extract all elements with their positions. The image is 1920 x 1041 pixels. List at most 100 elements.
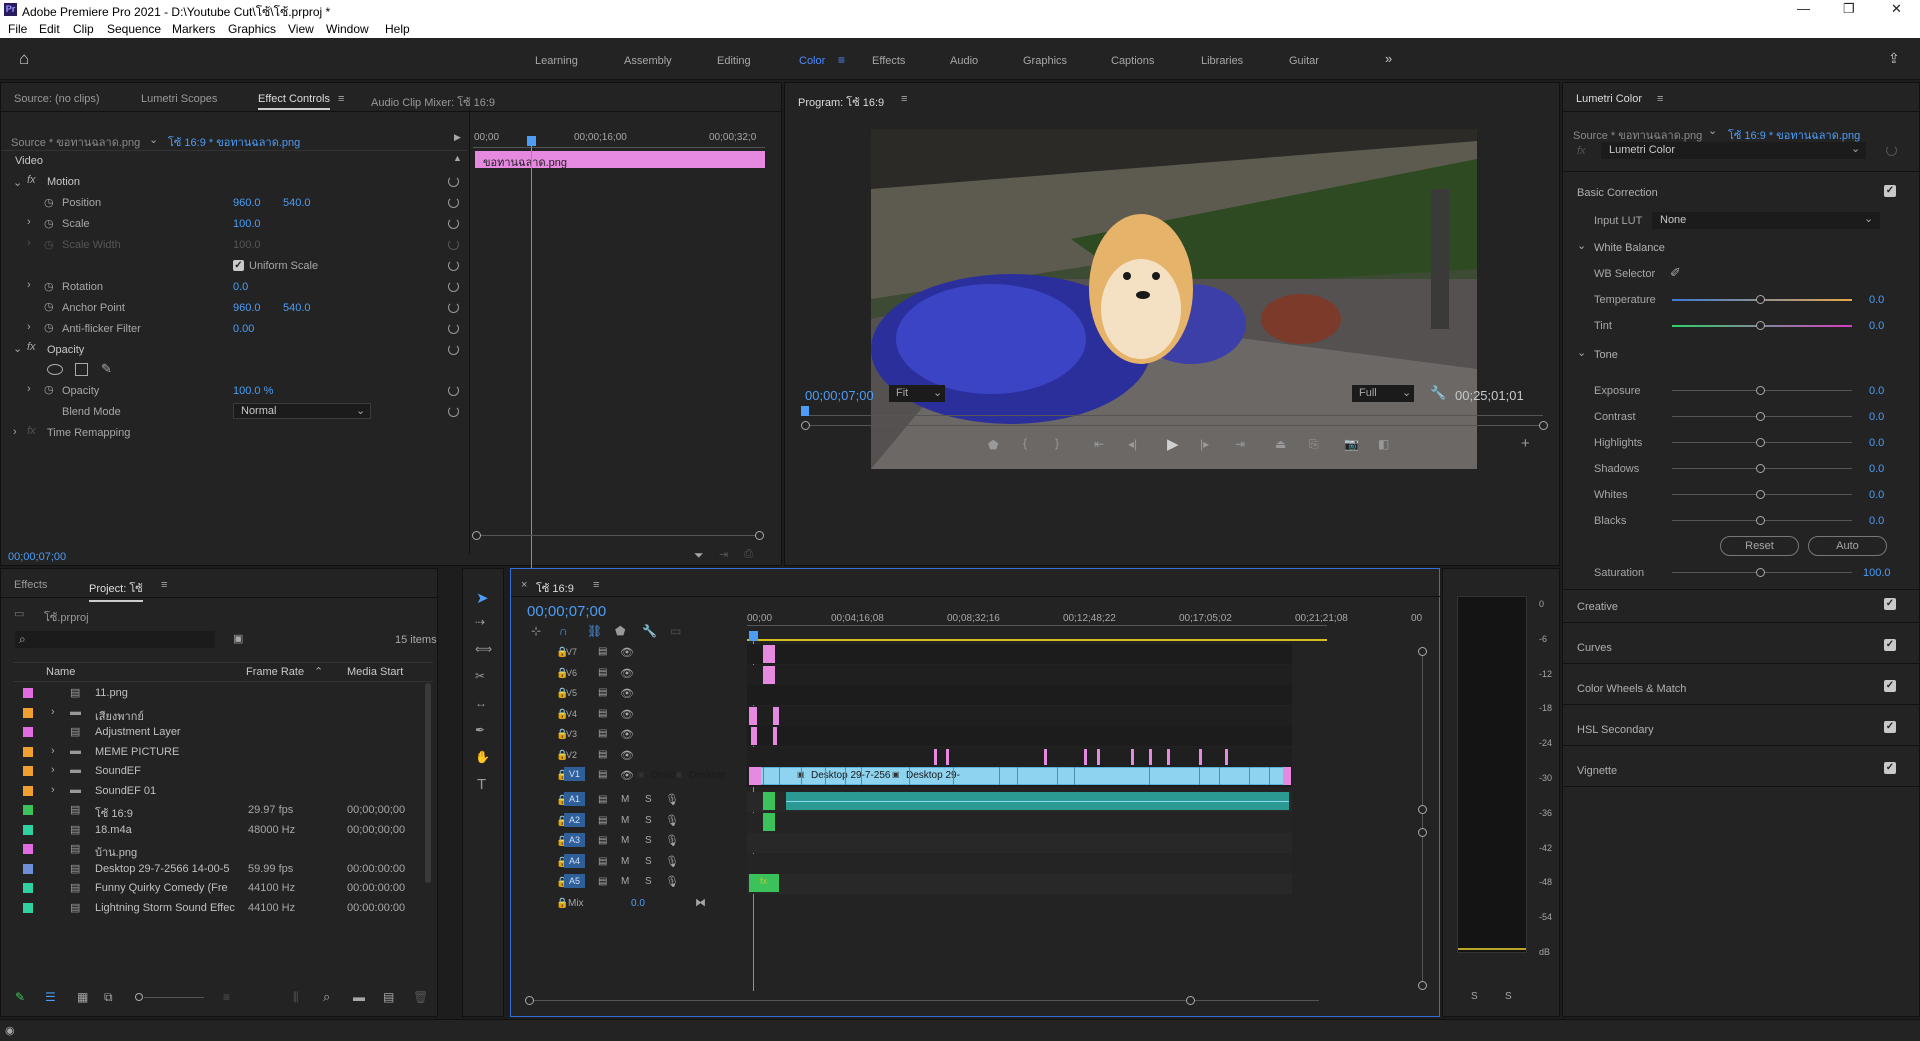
position-x-value[interactable]: 960.0: [233, 197, 261, 209]
shadows-handle[interactable]: [1756, 464, 1765, 473]
microphone-icon[interactable]: 🎙: [665, 875, 679, 888]
label-color-swatch[interactable]: [23, 707, 33, 718]
exposure-handle[interactable]: [1756, 386, 1765, 395]
program-playhead[interactable]: [801, 406, 809, 416]
tint-handle[interactable]: [1756, 321, 1765, 330]
curves-header[interactable]: Curves: [1577, 642, 1612, 654]
eye-icon[interactable]: 👁: [620, 667, 634, 680]
list-view-icon[interactable]: ☰: [45, 990, 56, 1004]
auto-button[interactable]: Auto: [1808, 536, 1887, 556]
project-row[interactable]: ▤ โซ้ 16:9 29.97 fps 00;00;00;00: [13, 801, 405, 820]
chevron-right-icon[interactable]: ›: [51, 784, 55, 796]
tab-audio-clip-mixer[interactable]: Audio Clip Mixer: โซ้ 16:9: [371, 93, 495, 111]
a2-audio-clip[interactable]: [763, 812, 775, 831]
ws-assembly[interactable]: Assembly: [624, 55, 672, 67]
fit-select[interactable]: Fit ⌄: [889, 385, 945, 402]
project-menu-icon[interactable]: ≡: [161, 579, 167, 591]
blacks-handle[interactable]: [1756, 516, 1765, 525]
menu-edit[interactable]: Edit: [39, 22, 60, 36]
timeline-playhead[interactable]: [749, 631, 758, 641]
captions-icon[interactable]: ▭: [670, 624, 681, 638]
graphic-clip[interactable]: [934, 748, 937, 765]
solo-left-button[interactable]: S: [1471, 991, 1478, 1002]
basic-correction-header[interactable]: Basic Correction: [1577, 187, 1658, 199]
program-title[interactable]: Program: โซ้ 16:9: [798, 93, 884, 111]
share-icon[interactable]: ⇪: [1888, 50, 1900, 67]
stopwatch-icon[interactable]: ◷: [44, 383, 54, 396]
mix-expand-icon[interactable]: ⧓: [695, 896, 706, 909]
track-label[interactable]: V6: [566, 668, 577, 678]
audio-lane[interactable]: [747, 812, 1292, 833]
graphic-clip[interactable]: [1199, 748, 1202, 765]
restore-button[interactable]: ❐: [1843, 1, 1855, 17]
label-color-swatch[interactable]: [23, 844, 33, 854]
new-bin-from-search-icon[interactable]: ▣: [233, 632, 243, 645]
reset-button[interactable]: Reset: [1720, 536, 1799, 556]
audio-lane[interactable]: [747, 874, 1292, 894]
solo-button[interactable]: S: [645, 794, 652, 805]
sequence-clip-label[interactable]: โซ้ 16:9 * ขอทานฉลาด.png: [168, 133, 300, 151]
solo-button[interactable]: S: [645, 815, 652, 826]
menu-file[interactable]: File: [8, 22, 27, 36]
video-lane[interactable]: [747, 746, 1292, 767]
track-label[interactable]: A5: [564, 874, 586, 888]
eye-icon[interactable]: 👁: [620, 646, 634, 659]
curves-checkbox[interactable]: ✓: [1884, 639, 1896, 651]
ellipse-mask-icon[interactable]: [47, 364, 63, 375]
program-menu-icon[interactable]: ≡: [901, 93, 907, 105]
column-media-start[interactable]: Media Start: [347, 666, 403, 678]
stopwatch-icon[interactable]: ◷: [44, 217, 54, 230]
eye-icon[interactable]: 👁: [620, 687, 634, 700]
track-label[interactable]: V1: [564, 767, 586, 781]
toggle-sync-lock-icon[interactable]: ▤: [598, 815, 607, 826]
reset-icon[interactable]: [448, 197, 459, 208]
ws-audio[interactable]: Audio: [950, 55, 978, 67]
toggle-sync-lock-icon[interactable]: ▤: [598, 646, 607, 657]
video-lane[interactable]: [747, 664, 1292, 685]
graphic-clip[interactable]: [773, 706, 779, 725]
reset-icon[interactable]: [1886, 145, 1897, 156]
tab-effects[interactable]: Effects: [14, 579, 47, 591]
go-to-out-icon[interactable]: ⇥: [1235, 437, 1245, 451]
highlights-handle[interactable]: [1756, 438, 1765, 447]
close-button[interactable]: ✕: [1891, 1, 1902, 17]
label-color-swatch[interactable]: [23, 883, 33, 893]
v1-clip-pink-end[interactable]: [1283, 767, 1291, 785]
audio-lane[interactable]: [747, 833, 1292, 853]
toggle-sync-lock-icon[interactable]: ▤: [598, 794, 607, 805]
reset-icon[interactable]: [448, 176, 459, 187]
ec-clip-bar[interactable]: ขอทานฉลาด.png: [475, 151, 765, 169]
color-wheels-checkbox[interactable]: ✓: [1884, 680, 1896, 692]
input-lut-select[interactable]: None ⌄: [1652, 212, 1880, 229]
mute-button[interactable]: M: [621, 876, 629, 887]
pencil-icon[interactable]: ✎: [15, 990, 25, 1004]
mute-button[interactable]: M: [621, 815, 629, 826]
eye-icon[interactable]: 👁: [620, 708, 634, 721]
ws-effects[interactable]: Effects: [872, 55, 905, 67]
project-row[interactable]: › ▬ SoundEF 01: [13, 782, 353, 801]
chevron-down-icon[interactable]: ⌄: [13, 176, 22, 189]
freeform-view-icon[interactable]: ⧉: [104, 990, 113, 1005]
zoom-slider-handle[interactable]: [135, 993, 143, 1001]
shadows-value[interactable]: 0.0: [1869, 463, 1884, 475]
step-forward-icon[interactable]: |▸: [1200, 437, 1209, 451]
stopwatch-icon[interactable]: ◷: [44, 280, 54, 293]
clear-icon[interactable]: 🗑: [413, 990, 428, 1004]
reset-icon[interactable]: [448, 323, 459, 334]
linked-selection-icon[interactable]: ⛓: [587, 624, 602, 638]
toggle-sync-lock-icon[interactable]: ▤: [598, 708, 607, 719]
toggle-sync-lock-icon[interactable]: ▤: [598, 687, 607, 698]
whites-value[interactable]: 0.0: [1869, 489, 1884, 501]
mute-button[interactable]: M: [621, 856, 629, 867]
microphone-icon[interactable]: 🎙: [665, 793, 679, 806]
track-label[interactable]: A3: [564, 833, 586, 847]
extract-icon[interactable]: ⎘: [1309, 437, 1319, 452]
graphic-clip[interactable]: [1225, 748, 1228, 765]
reset-icon[interactable]: [448, 302, 459, 313]
toggle-sync-lock-icon[interactable]: ▤: [598, 728, 607, 739]
creative-header[interactable]: Creative: [1577, 601, 1618, 613]
graphic-clip[interactable]: [1044, 748, 1047, 765]
lumetri-title[interactable]: Lumetri Color: [1576, 93, 1642, 105]
highlights-value[interactable]: 0.0: [1869, 437, 1884, 449]
project-row[interactable]: ▤ Adjustment Layer: [13, 723, 353, 742]
